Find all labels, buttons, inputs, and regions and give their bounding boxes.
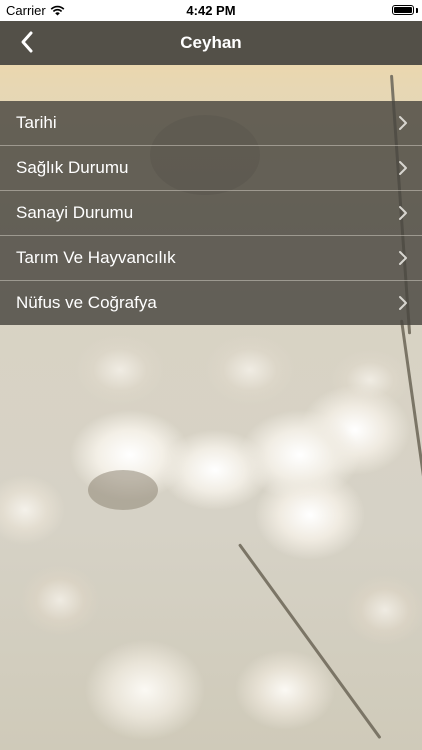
menu-item-sanayi-durumu[interactable]: Sanayi Durumu bbox=[0, 191, 422, 236]
menu-item-tarim-ve-hayvancilik[interactable]: Tarım Ve Hayvancılık bbox=[0, 236, 422, 281]
menu-item-saglik-durumu[interactable]: Sağlık Durumu bbox=[0, 146, 422, 191]
menu-item-nufus-ve-cografya[interactable]: Nüfus ve Coğrafya bbox=[0, 281, 422, 325]
menu-item-label: Tarihi bbox=[16, 113, 57, 132]
screen: Carrier 4:42 PM Ceyhan Tarihi Sağlık Dur… bbox=[0, 0, 422, 750]
page-title: Ceyhan bbox=[180, 33, 242, 52]
back-button[interactable] bbox=[16, 29, 46, 57]
chevron-right-icon bbox=[399, 116, 407, 130]
navigation-bar: Ceyhan bbox=[0, 21, 422, 65]
battery-tip bbox=[416, 8, 418, 13]
battery-fill bbox=[394, 7, 412, 13]
menu-item-tarihi[interactable]: Tarihi bbox=[0, 101, 422, 146]
chevron-left-icon bbox=[21, 31, 33, 53]
menu-item-label: Sanayi Durumu bbox=[16, 203, 134, 222]
battery-icon bbox=[392, 5, 414, 15]
menu-item-label: Sağlık Durumu bbox=[16, 158, 129, 177]
menu-item-label: Tarım Ve Hayvancılık bbox=[16, 248, 176, 267]
menu-list: Tarihi Sağlık Durumu Sanayi Durumu Tarım… bbox=[0, 101, 422, 325]
chevron-right-icon bbox=[399, 161, 407, 175]
status-bar: Carrier 4:42 PM bbox=[0, 0, 422, 21]
menu-item-label: Nüfus ve Coğrafya bbox=[16, 293, 157, 312]
cotton-pod bbox=[88, 470, 158, 510]
chevron-right-icon bbox=[399, 296, 407, 310]
status-time: 4:42 PM bbox=[186, 3, 236, 18]
chevron-right-icon bbox=[399, 251, 407, 265]
chevron-right-icon bbox=[399, 206, 407, 220]
